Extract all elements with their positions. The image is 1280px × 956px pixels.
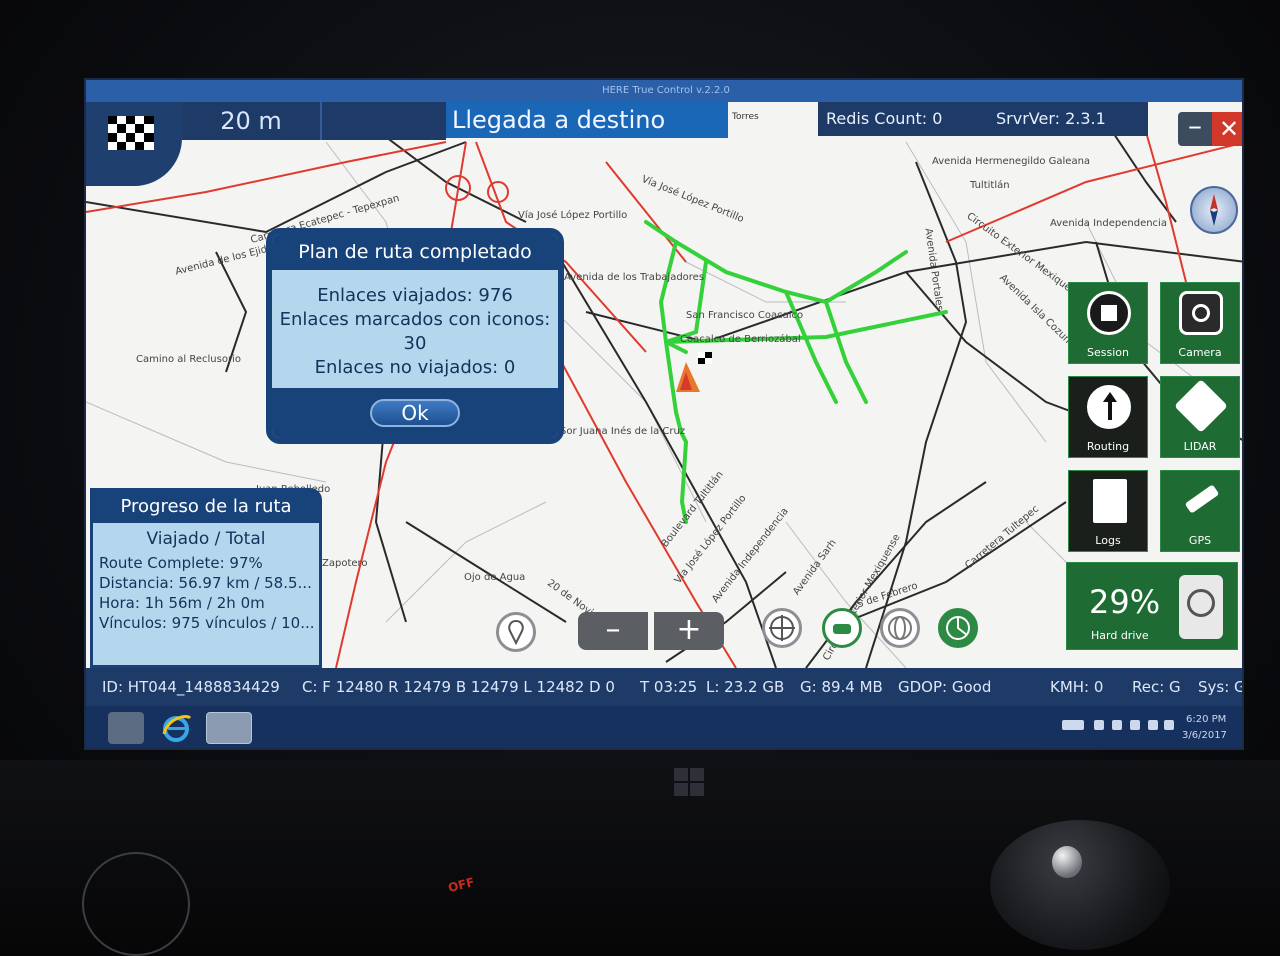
keyboard-icon[interactable] [1062,720,1084,730]
logs-button[interactable]: Logs [1068,470,1148,552]
recording-status: Rec: G [1132,678,1181,696]
hard-drive-icon [1179,575,1223,639]
map-label: Sor Juana Inés de la Cruz [560,426,686,437]
gps-label: GPS [1188,534,1212,547]
control-knob [990,820,1170,950]
battery-icon[interactable] [1164,720,1174,730]
system-status: Sys: G [1198,678,1244,696]
crosshair-button[interactable] [762,608,802,648]
map-label: Vía José López Portillo [518,210,628,221]
current-street: Torres [728,108,818,134]
globe-button[interactable] [880,608,920,648]
satellite-icon [1179,479,1223,523]
dialog-title: Plan de ruta completado [272,234,558,270]
distance-progress: Distancia: 56.97 km / 58.5... [99,574,312,592]
close-button[interactable]: ✕ [1212,112,1242,146]
window-title: HERE True Control v.2.2.0 [86,80,1242,102]
gps-button[interactable]: GPS [1160,470,1240,552]
server-version: SrvrVer: 2.3.1 [988,102,1148,136]
routing-button[interactable]: Routing [1068,376,1148,458]
stool-outline [82,852,190,956]
map-label: Avenida de los Trabajadores [564,272,705,283]
speed-kmh: KMH: 0 [1050,678,1104,696]
location-pin-button[interactable] [496,612,536,652]
map-label: Coacalco de Berriozábal [680,334,801,345]
camera-icon [1179,291,1223,335]
camera-label: Camera [1178,346,1222,359]
windows-logo-icon [674,768,704,796]
routing-arrow-icon [1087,385,1131,429]
session-label: Session [1087,346,1129,359]
volume-icon[interactable] [1130,720,1140,730]
checkered-flag-icon [108,116,154,150]
maneuver-panel [322,102,446,140]
session-button[interactable]: Session [1068,282,1148,364]
wifi-icon[interactable] [1148,720,1158,730]
flag-icon[interactable] [1094,720,1104,730]
stop-icon [1087,291,1131,335]
time-progress: Hora: 1h 56m / 2h 0m [99,594,265,612]
logs-document-icon [1093,479,1127,523]
status-bar: ID: HT044_1488834429 C: F 12480 R 12479 … [86,668,1244,706]
gps-storage: G: 89.4 MB [800,678,883,696]
map-label: Avenida Independencia [1050,218,1167,229]
map-label: Tultitlán [970,180,1010,191]
capture-counts: C: F 12480 R 12479 B 12479 L 12482 D 0 [302,678,615,696]
lidar-icon [1174,379,1228,433]
map-label: Avenida Hermenegildo Galeana [932,156,1091,167]
links-marked-value: 30 [403,333,427,354]
redis-count: Redis Count: 0 [818,102,988,136]
progress-title: Progreso de la ruta [93,491,319,523]
zoom-in-button[interactable]: + [654,612,724,650]
lidar-storage: L: 23.2 GB [706,678,785,696]
car-view-button[interactable] [822,608,862,648]
routing-label: Routing [1086,440,1130,453]
clock-time[interactable]: 6:20 PM [1186,714,1226,725]
progress-subtitle: Viajado / Total [146,529,266,549]
minimize-button[interactable]: – [1178,112,1212,146]
route-progress-panel: Progreso de la ruta Viajado / Total Rout… [90,488,322,668]
ok-button[interactable]: Ok [370,399,460,427]
hard-drive-percent: 29% [1089,583,1161,621]
map-label: San Francisco Coacalco [686,310,804,321]
app-launcher-icon[interactable] [108,712,144,744]
distance-to-maneuver: 20 m [182,102,322,140]
hard-drive-label: Hard drive [1091,629,1149,642]
session-id: ID: HT044_1488834429 [102,678,280,696]
links-progress: Vínculos: 975 vínculos / 10... [99,614,315,632]
links-traveled: Enlaces viajados: 976 [317,285,513,306]
map-layer-button[interactable] [938,608,978,648]
navigation-instruction: Llegada a destino [446,102,728,138]
hard-drive-tile[interactable]: 29% Hard drive [1066,562,1238,650]
clock-date[interactable]: 3/6/2017 [1182,730,1227,741]
lidar-button[interactable]: LIDAR [1160,376,1240,458]
knob-cap [1052,846,1082,878]
route-complete: Route Complete: 97% [99,554,263,572]
network-icon[interactable] [1112,720,1122,730]
compass-icon[interactable] [1190,186,1238,234]
screen: HERE True Control v.2.2.0 Avenida Hermen… [84,78,1244,750]
elapsed-time: T 03:25 [640,678,698,696]
map-label: Ojo de Agua [464,572,526,583]
zoom-out-button[interactable]: – [578,612,648,650]
gdop-status: GDOP: Good [898,678,992,696]
camera-button[interactable]: Camera [1160,282,1240,364]
taskbar: 6:20 PM 3/6/2017 [86,706,1242,748]
links-not-traveled: Enlaces no viajados: 0 [314,357,516,378]
internet-explorer-icon[interactable] [158,712,194,744]
links-marked-label: Enlaces marcados con iconos: [279,309,551,330]
dialog-body: Enlaces viajados: 976 Enlaces marcados c… [272,270,558,380]
dialog-footer: Ok [272,388,558,438]
map-label: Zapotero [322,558,368,569]
map-label: Camino al Reclusorio [136,354,241,365]
route-complete-dialog: Plan de ruta completado Enlaces viajados… [266,228,564,444]
true-control-app-icon[interactable] [206,712,252,744]
lidar-label: LIDAR [1183,440,1217,453]
logs-label: Logs [1095,534,1121,547]
